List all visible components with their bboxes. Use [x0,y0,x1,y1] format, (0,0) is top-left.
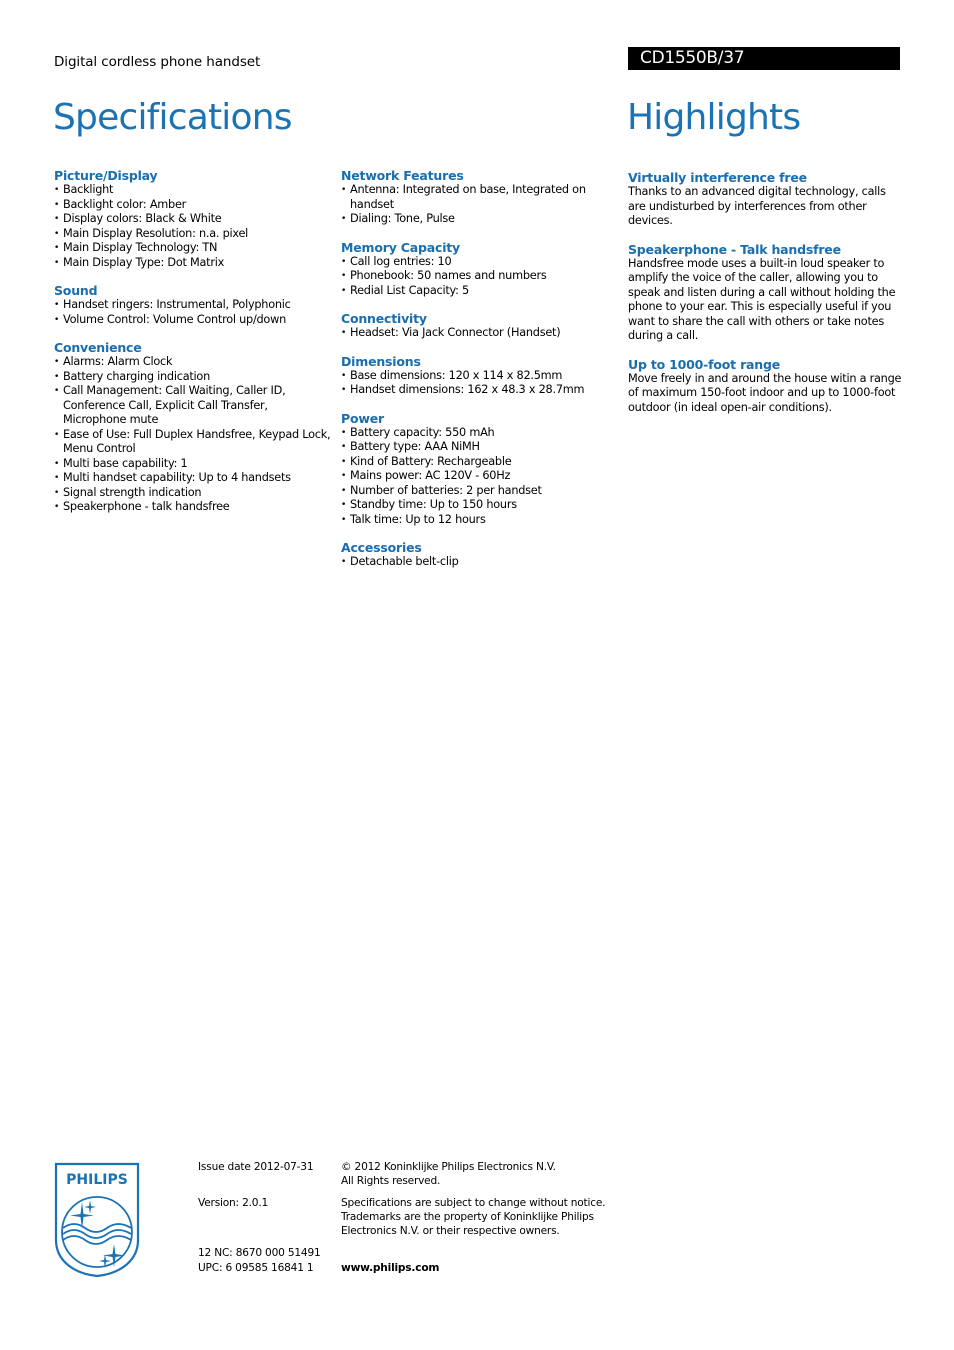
spec-section-sound: Sound Handset ringers: Instrumental, Pol… [54,283,334,327]
issue-date: Issue date 2012-07-31 [198,1161,314,1173]
disclaimer: Specifications are subject to change wit… [341,1197,606,1238]
nc-code: 12 NC: 8670 000 51491 [198,1247,321,1259]
highlight-title: Speakerphone - Talk handsfree [628,241,841,257]
spec-column-2: Network Features Antenna: Integrated on … [341,168,626,583]
spec-item: Handset dimensions: 162 x 48.3 x 28.7mm [341,383,626,398]
section-title: Memory Capacity [341,239,461,255]
copyright-line: © 2012 Koninklijke Philips Electronics N… [341,1161,556,1173]
spec-item: Mains power: AC 120V - 60Hz [341,469,626,484]
copyright: © 2012 Koninklijke Philips Electronics N… [341,1160,601,1188]
spec-item: Display colors: Black & White [54,212,334,227]
highlight-text: Move freely in and around the house witi… [628,371,902,414]
spec-item: Main Display Resolution: n.a. pixel [54,227,334,242]
highlight-text: Thanks to an advanced digital technology… [628,185,886,227]
highlights-title: Highlights [627,97,801,138]
spec-item: Multi handset capability: Up to 4 handse… [54,471,334,486]
highlight-title: Up to 1000-foot range [628,356,781,372]
spec-column-1: Picture/Display Backlight Backlight colo… [54,168,334,528]
spec-section-convenience: Convenience Alarms: Alarm Clock Battery … [54,340,334,515]
spec-item: Main Display Type: Dot Matrix [54,256,334,271]
spec-section-connectivity: Connectivity Headset: Via Jack Connector… [341,311,626,341]
spec-item: Volume Control: Volume Control up/down [54,313,334,328]
section-title: Connectivity [341,311,427,326]
highlight-text: Handsfree mode uses a built-in loud spea… [628,256,896,343]
highlight-speakerphone: Speakerphone - Talk handsfree Handsfree … [628,242,903,344]
spec-section-power: Power Battery capacity: 550 mAh Battery … [341,411,626,528]
spec-item: Redial List Capacity: 5 [341,284,626,299]
spec-item: Call log entries: 10 [341,255,626,270]
spec-item: Dialing: Tone, Pulse [341,212,626,227]
spec-item: Speakerphone - talk handsfree [54,500,334,515]
spec-item: Signal strength indication [54,486,334,501]
highlights-column: Virtually interference free Thanks to an… [628,170,903,428]
spec-item: Backlight [54,183,334,198]
spec-item: Backlight color: Amber [54,198,334,213]
spec-section-network-features: Network Features Antenna: Integrated on … [341,168,626,227]
logo-wordmark: PHILIPS [66,1172,128,1188]
spec-item: Kind of Battery: Rechargeable [341,455,626,470]
spec-item: Headset: Via Jack Connector (Handset) [341,326,626,341]
highlight-range: Up to 1000-foot range Move freely in and… [628,357,903,416]
spec-item: Call Management: Call Waiting, Caller ID… [54,384,334,428]
spec-item: Base dimensions: 120 x 114 x 82.5mm [341,369,626,384]
product-type: Digital cordless phone handset [54,54,261,70]
spec-item: Talk time: Up to 12 hours [341,513,626,528]
spec-item: Antenna: Integrated on base, Integrated … [341,183,626,212]
upc-code: UPC: 6 09585 16841 1 [198,1262,314,1274]
spec-item: Ease of Use: Full Duplex Handsfree, Keyp… [54,428,334,457]
section-title: Dimensions [341,353,421,369]
spec-item: Handset ringers: Instrumental, Polyphoni… [54,298,334,313]
spec-item: Battery charging indication [54,370,334,385]
website-link[interactable]: www.philips.com [341,1261,439,1275]
spec-section-dimensions: Dimensions Base dimensions: 120 x 114 x … [341,354,626,398]
spec-section-accessories: Accessories Detachable belt-clip [341,540,626,570]
section-title: Network Features [341,168,464,183]
spec-item: Alarms: Alarm Clock [54,355,334,370]
section-title: Power [341,410,384,426]
spec-item: Standby time: Up to 150 hours [341,498,626,513]
specifications-title: Specifications [53,97,293,138]
highlight-title: Virtually interference free [628,170,807,185]
model-number: CD1550B/37 [640,48,745,68]
section-title: Accessories [341,540,422,555]
philips-shield-logo: PHILIPS [54,1162,140,1278]
version: Version: 2.0.1 [198,1197,269,1209]
section-title: Picture/Display [54,168,158,183]
spec-item: Main Display Technology: TN [54,241,334,256]
rights-line: All Rights reserved. [341,1175,441,1188]
section-title: Sound [54,283,98,298]
spec-item: Battery type: AAA NiMH [341,440,626,455]
model-number-bar: CD1550B/37 [628,47,900,70]
section-title: Convenience [54,340,142,355]
highlight-interference-free: Virtually interference free Thanks to an… [628,170,903,229]
spec-item: Phonebook: 50 names and numbers [341,269,626,284]
spec-section-picture-display: Picture/Display Backlight Backlight colo… [54,168,334,270]
spec-item: Battery capacity: 550 mAh [341,426,626,441]
spec-section-memory-capacity: Memory Capacity Call log entries: 10 Pho… [341,240,626,299]
spec-item: Multi base capability: 1 [54,457,334,472]
spec-item: Number of batteries: 2 per handset [341,484,626,499]
spec-item: Detachable belt-clip [341,555,626,570]
